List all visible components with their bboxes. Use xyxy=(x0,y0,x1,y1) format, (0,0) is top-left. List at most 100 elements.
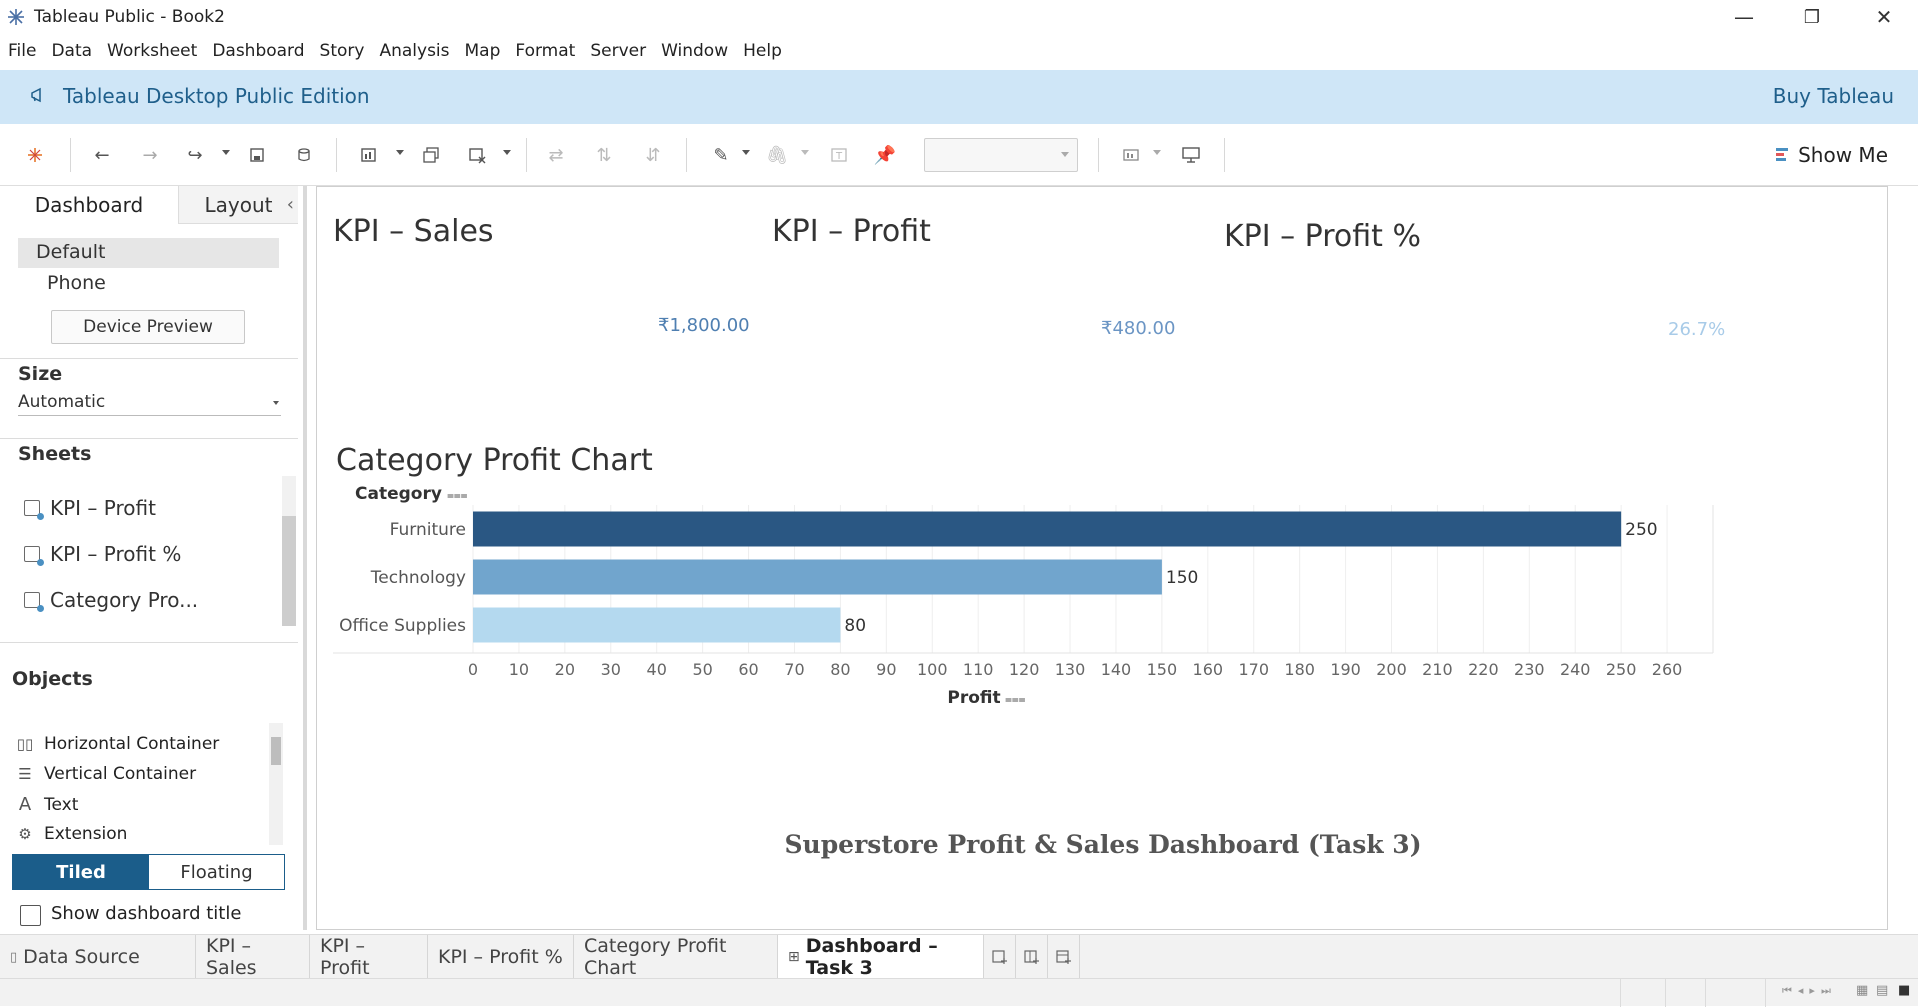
object-extension[interactable]: ⚙ Extension xyxy=(16,824,127,844)
tab-data-source[interactable]: ▯ Data Source xyxy=(0,935,196,979)
window-title: Tableau Public - Book2 xyxy=(34,7,225,27)
new-story-tab-icon[interactable] xyxy=(1048,935,1080,979)
objects-scrollbar[interactable] xyxy=(269,723,283,845)
kpi-profit-pct-title: KPI – Profit % xyxy=(1224,219,1421,254)
menu-file[interactable]: File xyxy=(8,41,36,61)
object-vertical-container[interactable]: ☰ Vertical Container xyxy=(16,764,196,784)
size-dropdown[interactable]: Automatic xyxy=(18,392,281,416)
presentation-mode-icon[interactable] xyxy=(1180,144,1202,166)
fix-axes-icon[interactable]: 📌 xyxy=(874,144,896,166)
data-label: 150 xyxy=(1166,568,1198,588)
show-mark-labels-icon[interactable]: T xyxy=(828,144,850,166)
device-default[interactable]: Default xyxy=(18,238,279,268)
menu-map[interactable]: Map xyxy=(465,41,501,61)
show-sheet-sorter-icon[interactable]: ▤ xyxy=(1876,983,1888,998)
title-bar: Tableau Public - Book2 — ❐ ✕ xyxy=(0,0,1918,34)
tableau-logo-icon xyxy=(8,9,24,25)
object-horizontal-container[interactable]: ▯▯ Horizontal Container xyxy=(16,734,220,754)
sheet-navigation-icons[interactable]: ⏮◂▸⏭ xyxy=(1782,984,1837,998)
new-worksheet-tab-icon[interactable] xyxy=(984,935,1016,979)
tab-kpi-sales[interactable]: KPI – Sales xyxy=(196,935,310,979)
new-worksheet-icon[interactable] xyxy=(358,144,380,166)
menu-analysis[interactable]: Analysis xyxy=(379,41,449,61)
x-tick-label: 120 xyxy=(1009,660,1040,679)
objects-section-title: Objects xyxy=(12,668,93,690)
object-label: Vertical Container xyxy=(44,764,197,784)
close-button[interactable]: ✕ xyxy=(1850,0,1918,34)
minimize-button[interactable]: — xyxy=(1710,0,1778,34)
menu-dashboard[interactable]: Dashboard xyxy=(212,41,304,61)
fit-dropdown[interactable] xyxy=(924,138,1078,172)
restore-button[interactable]: ❐ xyxy=(1778,0,1846,34)
tab-kpi-profit[interactable]: KPI – Profit xyxy=(310,935,428,979)
size-value: Automatic xyxy=(18,392,106,412)
x-tick-label: 140 xyxy=(1101,660,1132,679)
menu-story[interactable]: Story xyxy=(320,41,365,61)
sheet-item-category-profit[interactable]: Category Pro... xyxy=(24,588,198,612)
x-tick-label: 240 xyxy=(1560,660,1591,679)
tab-label: KPI – Profit xyxy=(320,935,370,979)
menu-server[interactable]: Server xyxy=(590,41,646,61)
tab-dashboard[interactable]: Dashboard xyxy=(0,186,178,224)
row-header-label: Category xyxy=(355,484,442,504)
collapse-panel-icon[interactable]: ‹ xyxy=(287,194,294,215)
menu-help[interactable]: Help xyxy=(743,41,782,61)
menu-data[interactable]: Data xyxy=(51,41,92,61)
show-filmstrip-icon[interactable]: ▦ xyxy=(1856,983,1868,998)
new-data-source-icon[interactable] xyxy=(294,144,316,166)
dashboard-canvas: KPI – Sales KPI – Profit KPI – Profit % … xyxy=(316,186,1888,930)
x-tick-label: 100 xyxy=(917,660,948,679)
floating-label: Floating xyxy=(180,861,253,883)
show-title-checkbox[interactable] xyxy=(20,905,41,926)
tab-category-profit-chart[interactable]: Category Profit Chart xyxy=(574,935,778,979)
duplicate-sheet-icon[interactable] xyxy=(420,144,442,166)
show-me-button[interactable]: Show Me xyxy=(1776,143,1888,167)
bar xyxy=(473,511,1622,547)
tab-layout-label: Layout xyxy=(204,192,273,217)
highlight-icon[interactable]: ✎ xyxy=(710,144,732,166)
menu-window[interactable]: Window xyxy=(661,41,728,61)
edition-banner: Tableau Desktop Public Edition Buy Table… xyxy=(0,70,1918,124)
redo-icon[interactable]: → xyxy=(139,144,161,166)
x-tick-label: 170 xyxy=(1238,660,1269,679)
sheets-scrollbar[interactable] xyxy=(282,476,296,626)
x-tick-label: 210 xyxy=(1422,660,1453,679)
save-icon[interactable] xyxy=(246,144,268,166)
tab-layout[interactable]: Layout ‹ xyxy=(178,186,298,224)
menu-worksheet[interactable]: Worksheet xyxy=(107,41,197,61)
clear-sheet-icon[interactable] xyxy=(466,144,488,166)
x-tick-label: 40 xyxy=(647,660,667,679)
swap-rows-columns-icon[interactable]: ⇄ xyxy=(545,144,567,166)
sheet-item-kpi-profit[interactable]: KPI – Profit xyxy=(24,496,156,520)
tableau-home-icon[interactable] xyxy=(24,144,46,166)
sheets-section-title: Sheets xyxy=(18,443,92,465)
worksheet-icon xyxy=(24,546,44,566)
menu-format[interactable]: Format xyxy=(515,41,575,61)
undo-icon[interactable]: ← xyxy=(91,144,113,166)
panel-splitter[interactable] xyxy=(303,186,307,930)
floating-button[interactable]: Floating xyxy=(149,855,284,889)
device-phone[interactable]: Phone xyxy=(47,272,106,294)
text-icon: A xyxy=(18,794,32,815)
device-preview-button[interactable]: Device Preview xyxy=(51,310,245,344)
replay-icon[interactable]: ↪ xyxy=(184,144,206,166)
sort-descending-icon[interactable]: ⇵ xyxy=(642,144,664,166)
chart-title: Category Profit Chart xyxy=(336,443,653,478)
show-cards-icon[interactable] xyxy=(1120,144,1142,166)
x-axis-title: Profit xyxy=(947,688,1000,708)
sheet-item-kpi-profit-pct[interactable]: KPI – Profit % xyxy=(24,542,181,566)
tab-kpi-profit-pct[interactable]: KPI – Profit % xyxy=(428,935,574,979)
x-tick-label: 200 xyxy=(1376,660,1407,679)
show-tabs-icon[interactable]: ■ xyxy=(1898,983,1910,998)
object-text[interactable]: A Text xyxy=(16,794,79,815)
tiled-button[interactable]: Tiled xyxy=(13,855,149,889)
kpi-profit-value: ₹480.00 xyxy=(1101,318,1176,339)
new-dashboard-tab-icon[interactable] xyxy=(1016,935,1048,979)
size-section-title: Size xyxy=(18,363,63,385)
group-members-icon[interactable]: 🖇 xyxy=(766,144,789,166)
dashboard-tab-icon: ⊞ xyxy=(788,949,800,965)
buy-tableau-link[interactable]: Buy Tableau xyxy=(1773,84,1894,108)
layout-mode-toggle: Tiled Floating xyxy=(12,854,285,890)
tab-dashboard-task-3[interactable]: ⊞ Dashboard – Task 3 xyxy=(778,935,984,979)
sort-ascending-icon[interactable]: ⇅ xyxy=(593,144,615,166)
